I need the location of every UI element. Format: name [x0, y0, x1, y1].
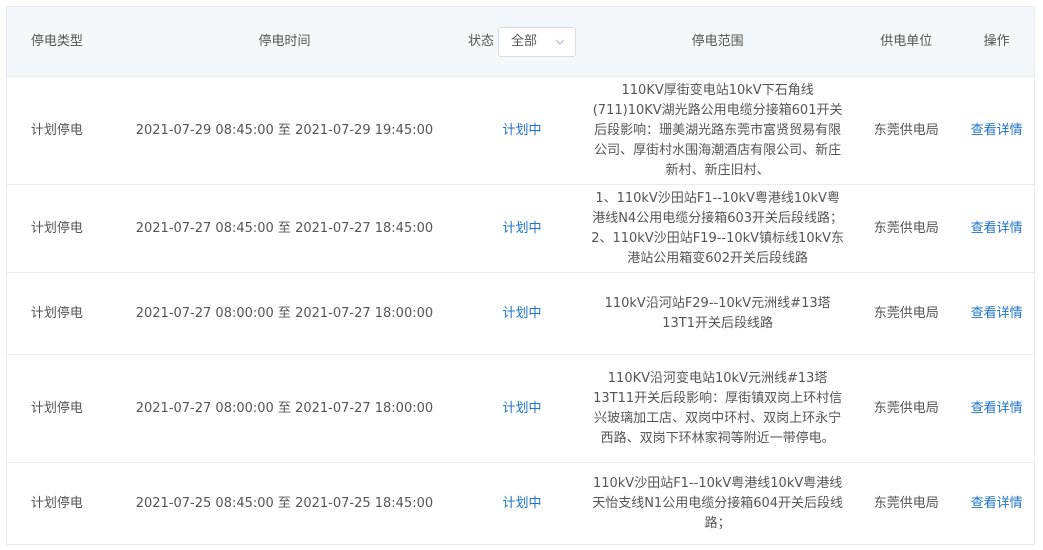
row-range: 110KV厚街变电站10kV下石角线(711)10KV湖光路公用电缆分接箱601…	[592, 82, 843, 178]
row-type: 计划停电	[30, 495, 83, 511]
table-row: 计划停电 2021-07-27 08:00:00 至 2021-07-27 18…	[7, 355, 1034, 463]
header-type: 停电类型	[30, 33, 83, 49]
header-unit: 供电单位	[880, 33, 933, 49]
row-time: 2021-07-27 08:00:00 至 2021-07-27 18:00:0…	[135, 305, 434, 321]
row-unit: 东莞供电局	[873, 305, 939, 321]
row-status: 计划中	[502, 495, 542, 511]
status-filter-value: 全部	[510, 33, 537, 49]
row-status: 计划中	[502, 122, 542, 138]
table-row: 计划停电 2021-07-27 08:45:00 至 2021-07-27 18…	[7, 185, 1034, 273]
view-details-link[interactable]: 查看详情	[959, 399, 1034, 419]
header-time: 停电时间	[258, 33, 311, 49]
view-details-link[interactable]: 查看详情	[959, 494, 1034, 514]
row-status: 计划中	[502, 220, 542, 236]
row-status: 计划中	[502, 400, 542, 416]
row-range: 110KV沿河变电站10kV元洲线#13塔13T11开关后段影响：厚街镇双岗上环…	[593, 370, 843, 446]
row-status: 计划中	[502, 305, 542, 321]
row-time: 2021-07-27 08:00:00 至 2021-07-27 18:00:0…	[135, 400, 434, 416]
row-unit: 东莞供电局	[873, 400, 939, 416]
row-time: 2021-07-29 08:45:00 至 2021-07-29 19:45:0…	[135, 122, 434, 138]
table-row: 计划停电 2021-07-29 08:45:00 至 2021-07-29 19…	[7, 77, 1034, 185]
row-range: 110kV沙田站F1--10kV粤港线10kV粤港线天怡支线N1公用电缆分接箱6…	[592, 475, 844, 531]
row-range: 110kV沿河站F29--10kV元洲线#13塔13T1开关后段线路	[604, 295, 831, 331]
outage-table: 停电类型 停电时间 状态 全部 停电范围 供电单位 操作 计划停电 2021-0…	[6, 6, 1035, 545]
row-time: 2021-07-25 08:45:00 至 2021-07-25 18:45:0…	[135, 495, 434, 511]
view-details-link[interactable]: 查看详情	[959, 121, 1034, 141]
table-header: 停电类型 停电时间 状态 全部 停电范围 供电单位 操作	[7, 7, 1034, 77]
row-unit: 东莞供电局	[873, 220, 939, 236]
status-filter-select[interactable]: 全部	[497, 26, 576, 57]
view-details-link[interactable]: 查看详情	[959, 304, 1034, 324]
row-time: 2021-07-27 08:45:00 至 2021-07-27 18:45:0…	[135, 220, 434, 236]
row-unit: 东莞供电局	[873, 122, 939, 138]
row-type: 计划停电	[30, 220, 83, 236]
header-op: 操作	[983, 33, 1010, 49]
row-type: 计划停电	[30, 400, 83, 416]
header-status: 状态 全部	[462, 26, 582, 57]
table-row: 计划停电 2021-07-27 08:00:00 至 2021-07-27 18…	[7, 273, 1034, 355]
row-type: 计划停电	[30, 305, 83, 321]
header-range: 停电范围	[691, 33, 744, 49]
view-details-link[interactable]: 查看详情	[959, 219, 1034, 239]
row-type: 计划停电	[30, 122, 83, 138]
row-unit: 东莞供电局	[873, 495, 939, 511]
table-row: 计划停电 2021-07-25 08:45:00 至 2021-07-25 18…	[7, 463, 1034, 545]
row-range: 1、110kV沙田站F1--10kV粤港线10kV粤港线N4公用电缆分接箱603…	[591, 190, 845, 266]
chevron-down-icon	[555, 39, 565, 45]
status-filter-label: 状态	[467, 33, 494, 49]
